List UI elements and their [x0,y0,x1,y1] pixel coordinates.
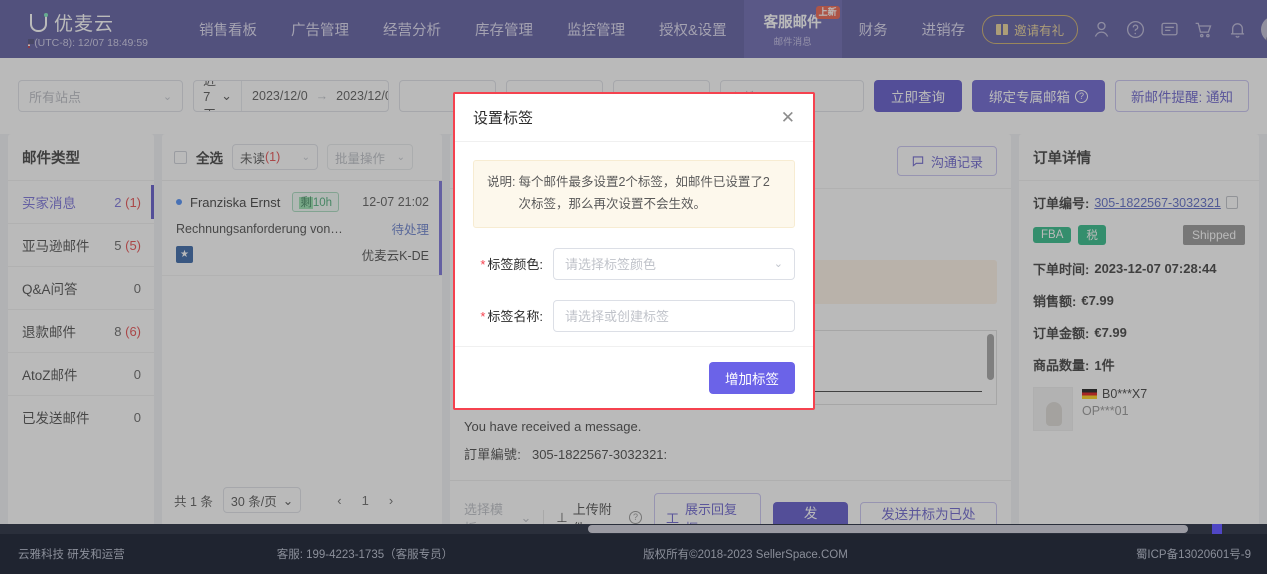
dialog-footer: 增加标签 [455,346,813,408]
tag-color-row: * 标签颜色: 请选择标签颜色 ⌄ [473,247,795,280]
dialog-title: 设置标签 [473,110,534,127]
footer-icp: 蜀ICP备13020601号-9 [1135,549,1251,561]
scrollbar-end-marker [1212,524,1222,534]
dialog-header: 设置标签 ✕ [455,94,813,142]
horizontal-scrollbar[interactable] [0,524,1267,534]
tag-name-row: * 标签名称: 请选择或创建标签 [473,299,795,332]
footer-company: 云雅科技 研发和运营 [18,549,125,561]
tag-name-placeholder: 请选择或创建标签 [565,309,670,325]
page-footer: 云雅科技 研发和运营 客服: 199-4223-1735（客服专员） 版权所有©… [0,534,1267,574]
dialog-body: 说明: 每个邮件最多设置2个标签，如邮件已设置了2次标签，那么再次设置不会生效。… [455,142,813,346]
app-root: 优麦云 (UTC-8): 12/07 18:49:59 销售看板 广告管理 经营… [0,0,1267,574]
close-icon[interactable]: ✕ [781,109,795,126]
required-marker: * [480,309,486,325]
tag-color-select[interactable]: 请选择标签颜色 ⌄ [553,247,795,280]
add-tag-button[interactable]: 增加标签 [709,361,795,394]
tag-color-label: * 标签颜色: [480,257,543,273]
tag-color-placeholder: 请选择标签颜色 [565,257,657,273]
chevron-down-icon: ⌄ [773,258,783,271]
info-tip-prefix: 说明: [487,175,516,189]
set-tag-dialog: 设置标签 ✕ 说明: 每个邮件最多设置2个标签，如邮件已设置了2次标签，那么再次… [453,92,815,410]
info-tip: 说明: 每个邮件最多设置2个标签，如邮件已设置了2次标签，那么再次设置不会生效。 [473,160,795,228]
tag-name-input[interactable]: 请选择或创建标签 [553,299,795,332]
scrollbar-thumb[interactable] [588,525,1188,533]
footer-service: 客服: 199-4223-1735（客服专员） [276,549,454,561]
footer-copyright: 版权所有©2018-2023 SellerSpace.COM [643,549,848,561]
tag-name-label: * 标签名称: [480,309,543,325]
info-tip-body: 每个邮件最多设置2个标签，如邮件已设置了2次标签，那么再次设置不会生效。 [518,175,770,211]
required-marker: * [480,257,486,273]
